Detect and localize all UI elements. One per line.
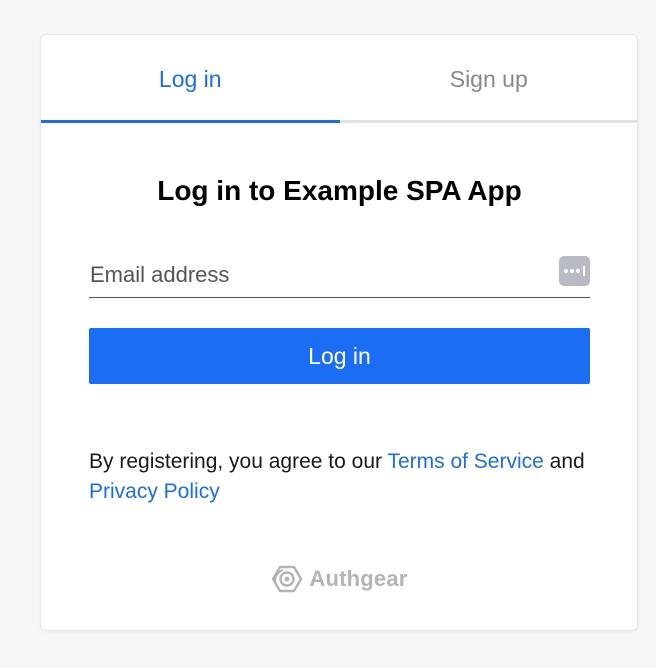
terms-middle: and [543,450,585,473]
dots-icon [564,266,585,276]
terms-of-service-link[interactable]: Terms of Service [387,450,543,473]
page-title: Log in to Example SPA App [157,175,522,206]
tab-log-in-underline [41,120,340,123]
password-manager-key-icon[interactable] [559,256,590,286]
email-field-container [89,253,590,298]
authgear-logo-icon [272,565,303,593]
tab-sign-up-underline [339,120,637,123]
terms-prefix: By registering, you agree to our [89,450,388,473]
powered-by-brand: Authgear [41,563,637,595]
login-card: Log in Sign up Log in to Example SPA App… [40,34,638,631]
email-field[interactable] [89,253,545,297]
terms-notice: By registering, you agree to our Terms o… [89,447,609,507]
tab-log-in-label: Log in [158,65,222,92]
tab-sign-up-label: Sign up [449,65,528,92]
tab-bar: Log in Sign up [41,35,637,123]
brand-name: Authgear [309,566,408,591]
tab-sign-up[interactable]: Sign up [339,35,637,123]
tab-log-in[interactable]: Log in [41,35,340,123]
privacy-policy-link[interactable]: Privacy Policy [89,480,220,503]
log-in-button[interactable]: Log in [89,328,590,384]
